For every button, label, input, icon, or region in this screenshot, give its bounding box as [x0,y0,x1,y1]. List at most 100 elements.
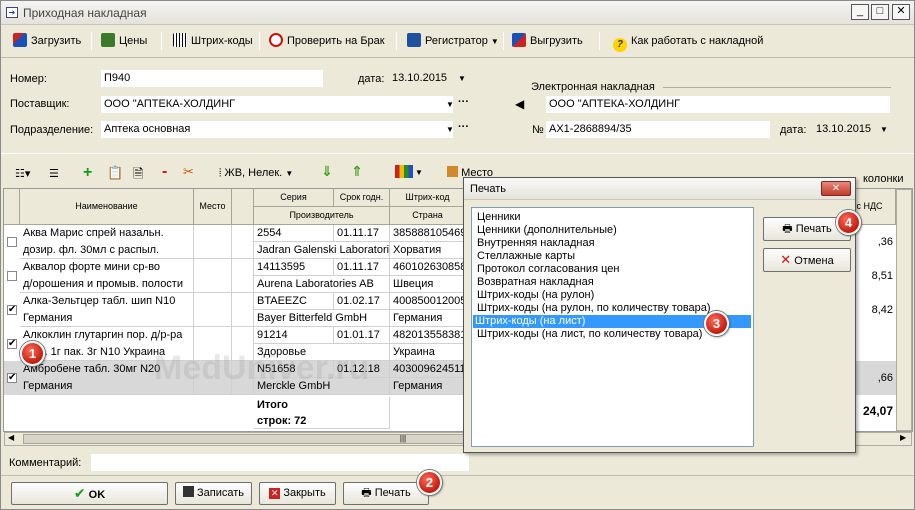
scroll-right-icon[interactable]: ▶ [900,433,906,442]
row-manufacturer: Bayer Bitterfeld GmbH [254,310,390,327]
supplier-label: Поставщик: [10,98,70,110]
edoc-number-field[interactable]: АХ1-2868894/35 [546,121,770,138]
chevron-down-icon: ▼ [285,169,294,178]
list-item[interactable]: Внутренняя накладная [475,237,597,250]
chevron-down-icon[interactable]: ▼ [446,125,454,134]
chevron-down-icon[interactable]: ▼ [415,168,423,177]
print-button[interactable]: 🖶 Печать [343,482,429,505]
barcode-icon: ⦙ [219,167,222,179]
check-icon: ✔ [73,485,86,501]
list-item[interactable]: Протокол согласования цен [475,263,621,276]
list-item[interactable]: Ценники (дополнительные) [475,224,619,237]
remove-row-icon[interactable]: - [162,163,167,181]
list-item[interactable]: Стеллажные карты [475,250,577,263]
check-defect-button[interactable]: Проверить на Брак [269,31,385,51]
scroll-left-icon[interactable]: ◀ [8,433,14,442]
window-icon: ➔ [6,7,18,18]
list-item[interactable]: Ценники [475,211,523,224]
unload-button[interactable]: Выгрузить [512,31,583,51]
document-icon[interactable]: 🗎 [133,165,143,187]
date-field[interactable]: 13.10.2015 [389,70,469,87]
title-bar: ➔ Приходная накладная _ □ ✕ [1,1,914,25]
row-spacer [232,225,254,259]
row-name-line2: д/орошения и промыв. полости [20,276,194,293]
spacer-header [232,189,254,225]
row-series: 91214 [254,327,334,344]
columns-label[interactable]: колонки [863,173,904,185]
no-entry-icon [269,33,283,47]
country-header[interactable]: Страна [390,207,466,225]
row-series: BTAEEZC [254,293,334,310]
row-place [194,293,232,327]
add-row-icon[interactable]: + [83,164,92,182]
move-down-icon[interactable]: ⇓ [321,163,333,180]
row-checkbox[interactable]: ✔ [7,339,17,349]
clipboard-icon[interactable]: 📋 [107,165,123,181]
number-label: Номер: [10,73,47,85]
row-manufacturer: Jadran Galenski Laboratorij [254,242,390,259]
columns-color-icon[interactable] [395,165,413,178]
edoc-label: Электронная накладная [531,81,655,93]
supplier-field[interactable]: ООО "АПТЕКА-ХОЛДИНГ [101,96,453,113]
row-checkbox[interactable] [7,237,17,247]
row-barcode: 460102630858 [390,259,466,276]
unload-icon [512,33,526,47]
number-field[interactable]: П940 [101,70,323,87]
view-options-icon[interactable]: ☷▾ [15,167,30,180]
save-button[interactable]: Записать [175,482,252,505]
list-item[interactable]: Штрих-коды (на рулон) [475,289,596,302]
supplier-more-button[interactable]: ··· [458,96,469,108]
registrar-button[interactable]: Регистратор ▼ [407,31,499,51]
printer-icon: 🖶 [782,223,793,235]
comment-field[interactable] [91,454,469,471]
filter-dropdown[interactable]: ⦙ ЖВ, Нелек. ▼ [219,167,293,180]
row-spacer [232,259,254,293]
name-header[interactable]: Наименование [20,189,194,225]
row-barcode: 400850012005 [390,293,466,310]
help-button[interactable]: ? Как работать с накладной [613,31,763,52]
chevron-down-icon[interactable]: ▼ [458,74,466,83]
list-item[interactable]: Возвратная накладная [475,276,596,289]
edoc-supplier-field[interactable]: ООО "АПТЕКА-ХОЛДИНГ [546,96,890,113]
place-header[interactable]: Место [194,189,232,225]
vertical-scrollbar[interactable] [896,189,912,431]
prices-button[interactable]: Цены [101,31,147,51]
cut-icon[interactable]: ✂ [183,164,194,180]
department-more-button[interactable]: ··· [458,121,469,133]
layout-icon[interactable]: ☰ [49,167,59,180]
minimize-button[interactable]: _ [851,4,869,20]
move-up-icon[interactable]: ⇑ [351,163,363,180]
department-field[interactable]: Аптека основная [101,121,453,138]
row-place [194,259,232,293]
row-name-line1: Аквалор форте мини ср-во [20,259,194,276]
close-button[interactable]: ✕ [892,4,910,20]
edoc-date-label: дата: [780,124,807,136]
row-checkbox[interactable]: ✔ [7,373,17,383]
chevron-down-icon[interactable]: ▼ [446,100,454,109]
list-item[interactable]: Штрих-коды (на лист, по количеству товар… [475,328,704,341]
row-expiry: 01.01.17 [334,327,390,344]
row-checkbox[interactable]: ✔ [7,305,17,315]
dialog-cancel-button[interactable]: ✕ Отмена [763,248,851,272]
dialog-close-button[interactable]: ✕ [821,181,851,196]
close-form-button[interactable]: ✕ Закрыть [259,482,336,505]
chevron-down-icon[interactable]: ▼ [880,125,888,134]
row-checkbox[interactable] [7,271,17,281]
row-name-line2: дозир. фл. 30мл с распыл. [20,242,194,259]
manufacturer-header[interactable]: Производитель [254,207,390,225]
rows-count: строк: 72 [254,413,390,429]
list-item[interactable]: Штрих-коды (на рулон, по количеству това… [475,302,713,315]
expiry-header[interactable]: Срок годн. [334,189,390,207]
barcodes-button[interactable]: Штрих-коды [173,31,253,51]
load-button[interactable]: Загрузить [13,31,81,51]
ok-button[interactable]: ✔ OK [11,482,168,505]
arrow-left-icon: ◀ [515,97,525,111]
row-country: Германия [390,378,466,395]
barcode-header[interactable]: Штрих-код [390,189,466,207]
row-name-line1: Алкоклин глутаргин пор. д/р-ра [20,327,194,344]
dialog-title: Печать [470,183,507,195]
close-icon: ✕ [269,488,281,499]
main-toolbar: Загрузить Цены Штрих-коды Проверить на Б… [1,28,914,54]
series-header[interactable]: Серия [254,189,334,207]
maximize-button[interactable]: □ [871,4,889,20]
